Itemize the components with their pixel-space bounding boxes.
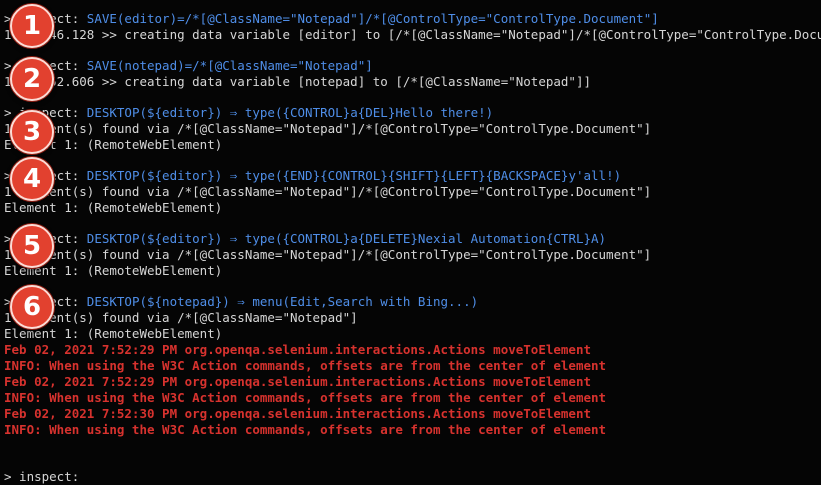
log-warning-text: Feb 02, 2021 7:52:29 PM org.openqa.selen… [4,374,591,389]
command-text: DESKTOP(${editor}) ⇒ type({CONTROL}a{DEL… [86,231,607,246]
output-text: 1 element(s) found via /*[@ClassName="No… [4,121,652,136]
log-warning-text: INFO: When using the W3C Action commands… [4,422,607,437]
console-line: > inspect: DESKTOP(${editor}) ⇒ type({EN… [4,168,821,184]
console-line: > inspect: SAVE(notepad)=/*[@ClassName="… [4,58,821,74]
console-line: Feb 02, 2021 7:52:29 PM org.openqa.selen… [4,374,821,390]
console-line: Element 1: (RemoteWebElement) [4,263,821,279]
console-line: Feb 02, 2021 7:52:29 PM org.openqa.selen… [4,342,821,358]
block-separator [4,90,821,105]
log-warning-text: Feb 02, 2021 7:52:30 PM org.openqa.selen… [4,406,591,421]
console-line: INFO: When using the W3C Action commands… [4,390,821,406]
console-line: > inspect: SAVE(editor)=/*[@ClassName="N… [4,11,821,27]
log-warning-text: INFO: When using the W3C Action commands… [4,390,607,405]
log-warning-text: Feb 02, 2021 7:52:29 PM org.openqa.selen… [4,342,591,357]
output-text: 19:52:52.606 >> creating data variable [… [4,74,591,89]
command-text: DESKTOP(${editor}) ⇒ type({CONTROL}a{DEL… [86,105,494,120]
console-line: Element 1: (RemoteWebElement) [4,326,821,342]
console-line: INFO: When using the W3C Action commands… [4,422,821,438]
step-badge-6: 6 [10,285,54,329]
step-badge-2: 2 [10,57,54,101]
block-separator [4,43,821,58]
console-line: Feb 02, 2021 7:52:30 PM org.openqa.selen… [4,406,821,422]
command-text: SAVE(notepad)=/*[@ClassName="Notepad"] [86,58,373,73]
step-badge-4: 4 [10,157,54,201]
command-text: DESKTOP(${notepad}) ⇒ menu(Edit,Search w… [86,294,479,309]
console-line: INFO: When using the W3C Action commands… [4,358,821,374]
output-text: > inspect: [4,469,87,484]
step-badge-3: 3 [10,110,54,154]
console-line: > inspect: DESKTOP(${notepad}) ⇒ menu(Ed… [4,294,821,310]
console-line: Element 1: (RemoteWebElement) [4,137,821,153]
command-text: DESKTOP(${editor}) ⇒ type({END}{CONTROL}… [86,168,622,183]
block-separator [4,438,821,453]
console-output[interactable]: > inspect: SAVE(editor)=/*[@ClassName="N… [4,11,821,485]
output-text: Element 1: (RemoteWebElement) [4,200,223,215]
console-line: 1 element(s) found via /*[@ClassName="No… [4,121,821,137]
block-separator [4,216,821,231]
block-separator [4,279,821,294]
console-line: 19:52:52.606 >> creating data variable [… [4,74,821,90]
output-text: 19:52:46.128 >> creating data variable [… [4,27,821,42]
console-line: > inspect: DESKTOP(${editor}) ⇒ type({CO… [4,231,821,247]
console-line: > inspect: [4,469,821,485]
block-separator [4,153,821,168]
console-line: 1 element(s) found via /*[@ClassName="No… [4,310,821,326]
step-badge-1: 1 [10,4,54,48]
log-warning-text: INFO: When using the W3C Action commands… [4,358,607,373]
console-line: Element 1: (RemoteWebElement) [4,200,821,216]
step-badge-5: 5 [10,224,54,268]
console-line: 1 element(s) found via /*[@ClassName="No… [4,247,821,263]
output-text: 1 element(s) found via /*[@ClassName="No… [4,310,358,325]
output-text: 1 element(s) found via /*[@ClassName="No… [4,247,652,262]
output-text: 1 element(s) found via /*[@ClassName="No… [4,184,652,199]
console-line: 1 element(s) found via /*[@ClassName="No… [4,184,821,200]
console-line: 19:52:46.128 >> creating data variable [… [4,27,821,43]
command-text: SAVE(editor)=/*[@ClassName="Notepad"]/*[… [86,11,659,26]
console-line: > inspect: DESKTOP(${editor}) ⇒ type({CO… [4,105,821,121]
